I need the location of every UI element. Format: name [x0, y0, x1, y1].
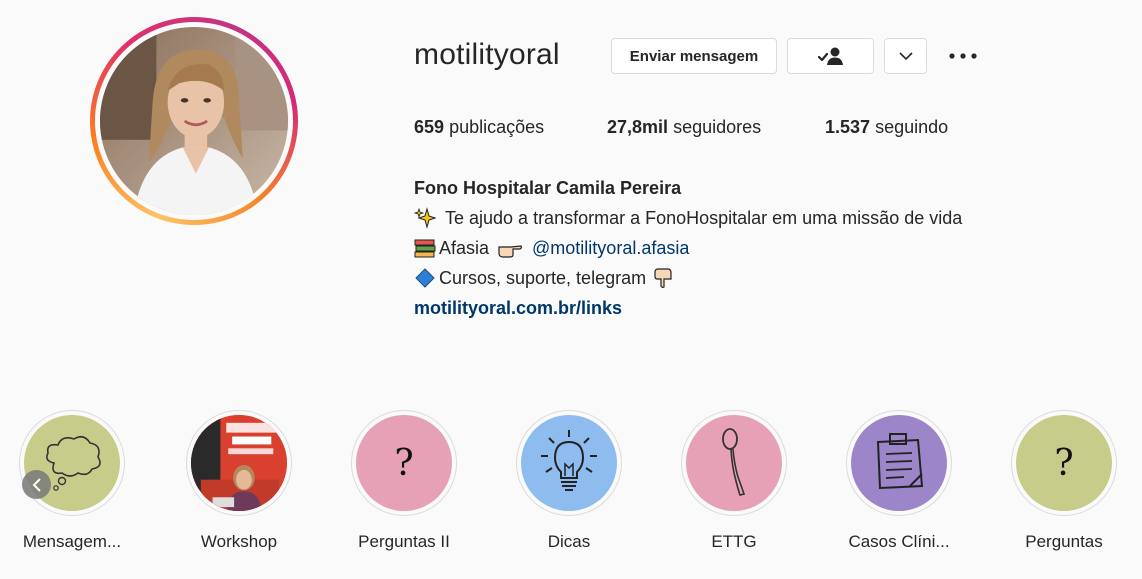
followers-count: 27,8mil	[607, 117, 669, 137]
following-button[interactable]	[787, 38, 874, 74]
person-check-icon	[817, 47, 843, 65]
highlight-mensagem[interactable]: Mensagem...	[19, 410, 125, 551]
bio-line-4: motilityoral.com.br/links	[414, 293, 962, 323]
pointing-down-icon	[654, 268, 672, 288]
posts-stat: 659 publicações	[414, 117, 544, 138]
highlights-prev-button[interactable]	[22, 470, 51, 499]
highlight-label: Perguntas II	[358, 532, 450, 551]
suggestions-dropdown-button[interactable]	[884, 38, 927, 74]
chevron-left-icon	[32, 477, 41, 492]
sparkles-icon	[414, 207, 436, 229]
highlight-ring[interactable]: ?	[1011, 410, 1117, 516]
bio-courses-text: Cursos, suporte, telegram	[439, 268, 647, 288]
highlight-ring[interactable]	[19, 410, 125, 516]
clipboard-icon	[876, 433, 924, 490]
bio-line-1: Te ajudo a transformar a FonoHospitalar …	[414, 203, 962, 233]
highlight-ring[interactable]	[516, 410, 622, 516]
question-mark-icon: ?	[394, 442, 414, 484]
highlight-workshop[interactable]: Workshop	[186, 410, 292, 551]
highlight-ring[interactable]	[846, 410, 952, 516]
question-mark-icon: ?	[1054, 442, 1074, 484]
more-options-button[interactable]	[942, 42, 984, 70]
highlight-ettg[interactable]: ETTG	[681, 410, 787, 551]
highlight-cover	[191, 415, 287, 511]
highlight-casos-clinicos[interactable]: Casos Clíni...	[846, 410, 952, 551]
profile-bio: Fono Hospitalar Camila Pereira Te ajudo …	[414, 173, 962, 323]
highlight-label: Mensagem...	[22, 532, 122, 551]
chevron-down-icon	[898, 52, 913, 61]
books-icon	[414, 239, 436, 258]
following-count: 1.537	[825, 117, 871, 137]
send-message-button[interactable]: Enviar mensagem	[611, 38, 777, 74]
more-dots-icon	[949, 53, 977, 59]
bio-mention-link[interactable]: @motilityoral.afasia	[532, 233, 689, 263]
highlight-perguntas-ii[interactable]: ? Perguntas II	[351, 410, 457, 551]
bio-line-3: Cursos, suporte, telegram	[414, 263, 962, 293]
profile-avatar-ring[interactable]	[90, 17, 298, 225]
bio-line-2: Afasia @motilityoral.afasia	[414, 233, 962, 263]
bio-tagline: Te ajudo a transformar a FonoHospitalar …	[445, 208, 963, 228]
bio-website-link[interactable]: motilityoral.com.br/links	[414, 293, 622, 323]
highlight-dicas[interactable]: Dicas	[516, 410, 622, 551]
highlight-cover: ?	[356, 415, 452, 511]
highlight-label: Workshop	[200, 532, 278, 551]
spoon-icon	[722, 428, 746, 496]
posts-label: publicações	[449, 117, 545, 137]
following-stat[interactable]: 1.537 seguindo	[825, 117, 948, 138]
highlight-cover	[851, 415, 947, 511]
following-label: seguindo	[875, 117, 949, 137]
highlight-label: Dicas	[547, 532, 591, 551]
highlight-cover	[686, 415, 782, 511]
blue-diamond-icon	[415, 268, 435, 288]
highlight-ring[interactable]	[681, 410, 787, 516]
lightbulb-icon	[541, 430, 597, 491]
followers-label: seguidores	[673, 117, 762, 137]
profile-username: motilityoral	[414, 38, 560, 71]
highlight-cover	[521, 415, 617, 511]
highlight-cover: ?	[1016, 415, 1112, 511]
highlight-label: Casos Clíni...	[848, 532, 950, 551]
posts-count: 659	[414, 117, 445, 137]
highlight-ring[interactable]	[186, 410, 292, 516]
workshop-photo	[191, 415, 287, 511]
highlight-label: Perguntas	[1025, 532, 1103, 551]
bio-afasia-text: Afasia	[439, 238, 490, 258]
pointing-right-icon	[498, 245, 522, 258]
followers-stat[interactable]: 27,8mil seguidores	[607, 117, 761, 138]
avatar[interactable]	[100, 27, 288, 215]
bio-full-name: Fono Hospitalar Camila Pereira	[414, 178, 682, 198]
avatar-inner	[95, 22, 293, 220]
highlight-ring[interactable]: ?	[351, 410, 457, 516]
highlight-perguntas[interactable]: ? Perguntas	[1011, 410, 1117, 551]
highlight-label: ETTG	[711, 532, 757, 551]
